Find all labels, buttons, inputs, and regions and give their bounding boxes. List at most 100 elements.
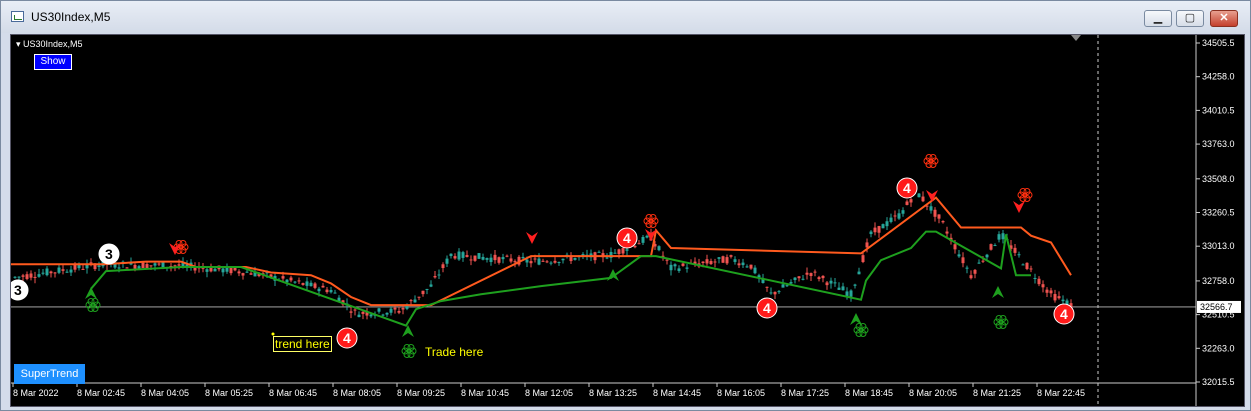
candle-body [981, 260, 985, 262]
candle-body [817, 277, 821, 280]
candle-body [325, 289, 329, 293]
candle-body [381, 314, 385, 316]
supertrend-button[interactable]: SuperTrend [14, 364, 85, 384]
candle-body [349, 311, 353, 313]
candle-body [717, 257, 721, 259]
candle-body [313, 283, 317, 288]
time-tick-label: 8 Mar 13:25 [589, 388, 637, 398]
time-tick-label: 8 Mar 06:45 [269, 388, 317, 398]
candle-body [973, 269, 977, 274]
candle-body [573, 257, 577, 260]
candle-body [789, 282, 793, 284]
close-button[interactable]: ✕ [1210, 10, 1238, 27]
candle-body [1029, 268, 1033, 270]
candle-body [69, 269, 73, 273]
candle-body [309, 282, 313, 287]
candle-body [889, 217, 893, 222]
time-tick-label: 8 Mar 10:45 [461, 388, 509, 398]
candle-body [993, 245, 997, 247]
candle-body [37, 274, 41, 277]
candle-body [221, 268, 225, 273]
show-button[interactable]: Show [34, 54, 72, 70]
price-tick-label: 32015.5 [1202, 377, 1235, 387]
chart-canvas[interactable]: 3 3 4 4 4 4 4 34505.5 34258.0 34010.5 33763.0 3350… [11, 35, 1244, 406]
time-tick-label: 8 Mar 14:45 [653, 388, 701, 398]
candle-body [709, 261, 713, 265]
candle-body [1049, 290, 1053, 294]
candle-body [777, 291, 781, 293]
time-tick-label: 8 Mar 21:25 [973, 388, 1021, 398]
candle-body [301, 283, 305, 285]
candle-body [545, 261, 549, 263]
candle-body [57, 267, 61, 273]
chart-shift-icon [1071, 35, 1081, 41]
candle-body [865, 242, 869, 248]
sell-arrow-icon [526, 232, 538, 244]
minimize-button[interactable]: ▁ [1144, 10, 1172, 27]
candle-body [1001, 233, 1005, 240]
signal-badge-number: 4 [623, 230, 631, 246]
candle-body [329, 289, 333, 293]
candle-body [773, 291, 777, 295]
candle-body [245, 271, 249, 273]
sell-flower-icon [923, 154, 939, 168]
buy-flower-icon [993, 315, 1009, 329]
candle-body [905, 201, 909, 205]
candle-body [321, 285, 325, 288]
candle-body [497, 257, 501, 263]
candle-body [361, 311, 365, 314]
candle-body [509, 258, 513, 262]
candle-body [441, 264, 445, 268]
candle-body [641, 236, 645, 243]
candle-body [61, 269, 65, 271]
candle-body [1021, 264, 1025, 266]
candle-body [445, 258, 449, 264]
candle-body [357, 314, 361, 318]
candle-body [637, 243, 641, 245]
candle-body [525, 259, 529, 263]
price-tick-label: 32263.0 [1202, 343, 1235, 353]
candle-body [657, 246, 661, 251]
candle-body [1041, 284, 1045, 288]
sell-arrow-icon [926, 190, 938, 202]
candle-body [429, 284, 433, 287]
candle-body [473, 255, 477, 261]
candle-body [809, 273, 813, 277]
candle-body [157, 263, 161, 265]
candle-body [513, 261, 517, 263]
price-tick-label: 32758.0 [1202, 276, 1235, 286]
price-tick-label: 34010.5 [1202, 105, 1235, 115]
maximize-button[interactable]: ▢ [1176, 10, 1204, 27]
price-chart[interactable]: 3 3 4 4 4 4 4 34505.5 34258.0 34010.5 33763.0 3350… [10, 34, 1245, 407]
candle-body [937, 214, 941, 219]
candle-body [249, 273, 253, 275]
candle-body [685, 267, 689, 269]
signal-badge-number: 4 [763, 300, 771, 316]
candle-body [93, 264, 97, 270]
candle-body [453, 256, 457, 259]
candle-body [765, 286, 769, 288]
candle-body [645, 235, 649, 238]
candle-body [829, 280, 833, 284]
price-tick-label: 33508.0 [1202, 174, 1235, 184]
candle-body [845, 291, 849, 297]
candle-body [449, 253, 453, 257]
candle-body [53, 272, 57, 274]
candle-body [49, 271, 53, 274]
candle-body [849, 290, 853, 297]
time-tick-label: 8 Mar 16:05 [717, 388, 765, 398]
candle-body [25, 274, 29, 279]
symbol-text: US30Index,M5 [23, 39, 83, 49]
buy-arrow-icon [607, 269, 619, 281]
candle-body [397, 310, 401, 313]
title-bar[interactable]: US30Index,M5 ▁ ▢ ✕ [1, 1, 1250, 33]
candle-body [17, 276, 21, 278]
price-tick-label: 34258.0 [1202, 72, 1235, 82]
candle-body [749, 264, 753, 269]
buy-arrow-icon [992, 286, 1004, 298]
candle-body [753, 267, 757, 274]
candle-body [289, 277, 293, 281]
candle-body [713, 261, 717, 263]
candle-body [353, 309, 357, 311]
signal-badge-number: 4 [903, 180, 911, 196]
